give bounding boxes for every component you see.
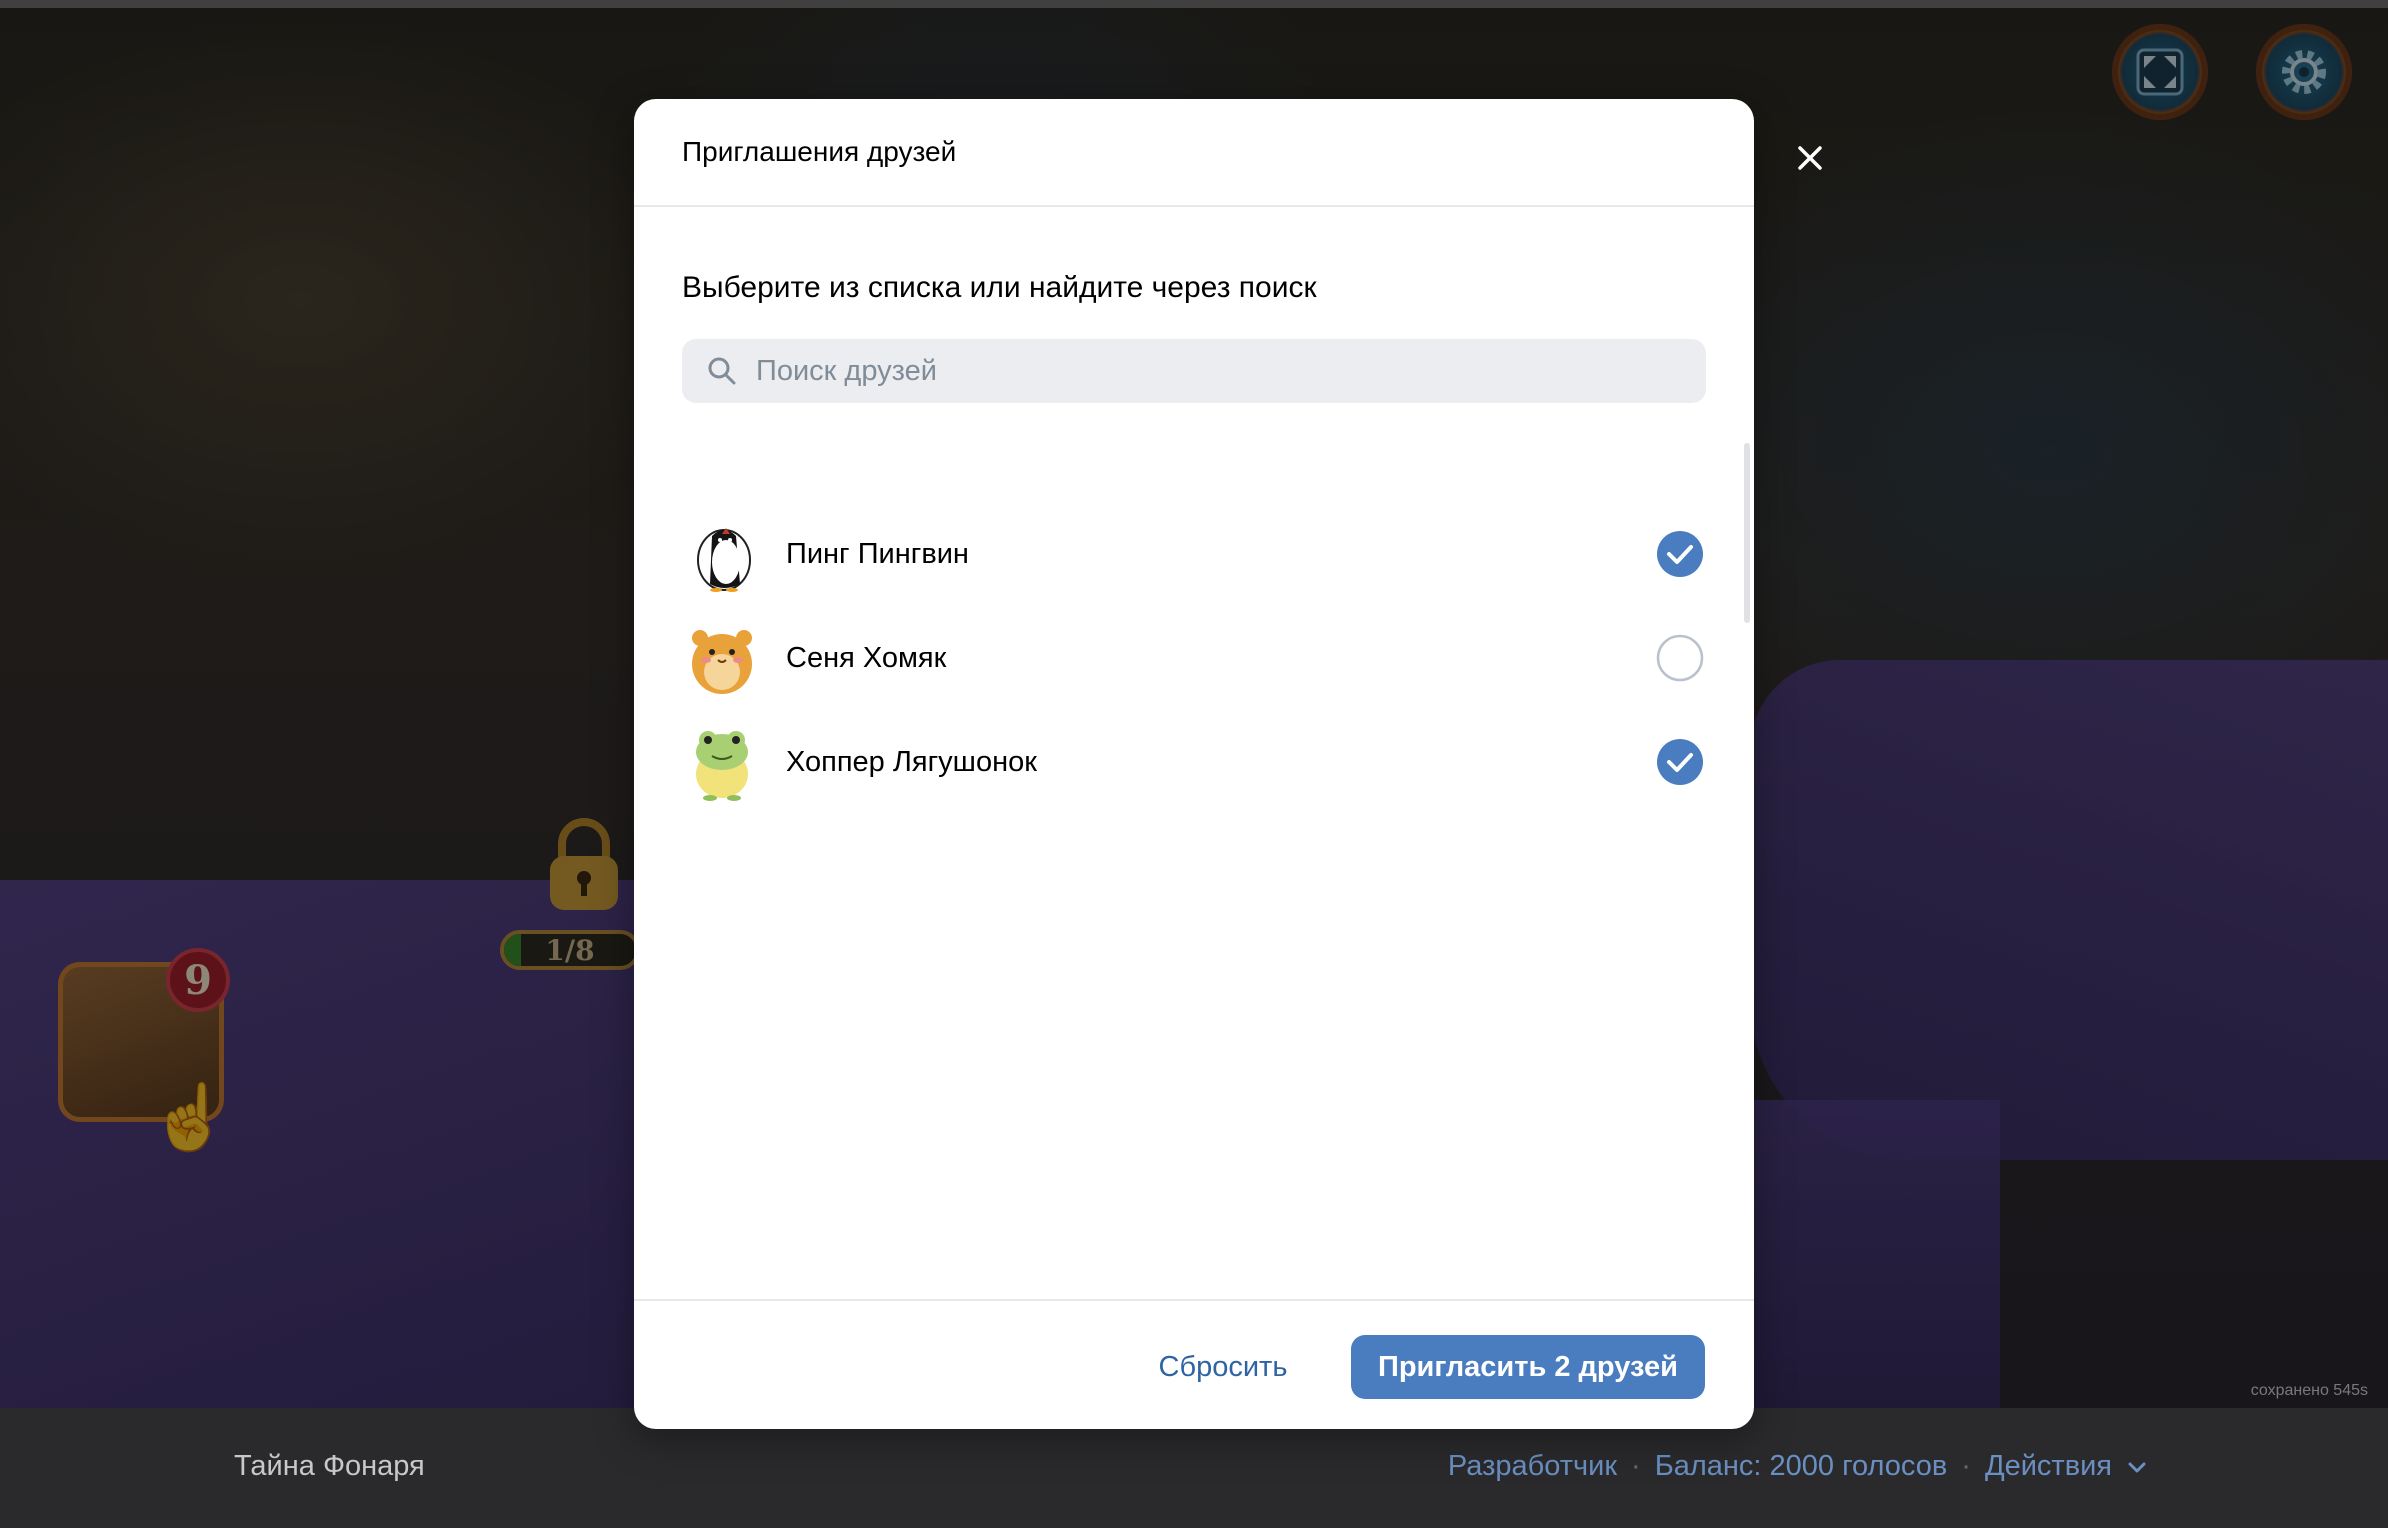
reset-button[interactable]: Сбросить: [1148, 1335, 1298, 1399]
separator: ·: [1961, 1450, 1971, 1482]
dialog-subtitle: Выберите из списка или найдите через пои…: [682, 271, 1317, 304]
balance-link[interactable]: Баланс: 2000 голосов: [1655, 1450, 1948, 1483]
hamster-avatar: [692, 630, 752, 694]
friend-search[interactable]: [682, 339, 1706, 403]
friend-name: Пинг Пингвин: [786, 537, 969, 570]
invite-button[interactable]: Пригласить 2 друзей: [1351, 1335, 1705, 1399]
close-dialog-button[interactable]: [1782, 130, 1838, 186]
friend-name: Сеня Хомяк: [786, 641, 947, 674]
close-icon: [1798, 146, 1822, 170]
friend-row[interactable]: Сеня Хомяк: [682, 610, 1706, 706]
chevron-down-icon[interactable]: [2126, 1456, 2148, 1478]
checkbox-checked-icon[interactable]: [1656, 530, 1704, 578]
separator: ·: [1631, 1450, 1641, 1482]
frog-avatar: [696, 731, 748, 801]
developer-link[interactable]: Разработчик: [1448, 1450, 1617, 1483]
app-title: Тайна Фонаря: [234, 1450, 425, 1482]
search-icon: [708, 357, 736, 385]
saved-status: сохранено 545s: [2250, 1382, 2368, 1399]
search-input[interactable]: [754, 353, 1658, 389]
dialog-footer: Сбросить Пригласить 2 друзей: [634, 1299, 1754, 1429]
penguin-avatar: [697, 528, 751, 592]
checkbox-unchecked-icon[interactable]: [1656, 634, 1704, 682]
invite-friends-dialog: Приглашения друзей Выберите из списка ил…: [634, 99, 1754, 1429]
dialog-title: Приглашения друзей: [682, 136, 957, 167]
dialog-header: Приглашения друзей: [634, 99, 1754, 207]
checkbox-checked-icon[interactable]: [1656, 738, 1704, 786]
friend-row[interactable]: Хоппер Лягушонок: [682, 714, 1706, 810]
footer-links: Разработчик · Баланс: 2000 голосов · Дей…: [1448, 1450, 2148, 1483]
list-scrollbar[interactable]: [1744, 443, 1750, 623]
friend-row[interactable]: Пинг Пингвин: [682, 506, 1706, 602]
actions-menu[interactable]: Действия: [1985, 1450, 2112, 1483]
friend-name: Хоппер Лягушонок: [786, 745, 1037, 778]
